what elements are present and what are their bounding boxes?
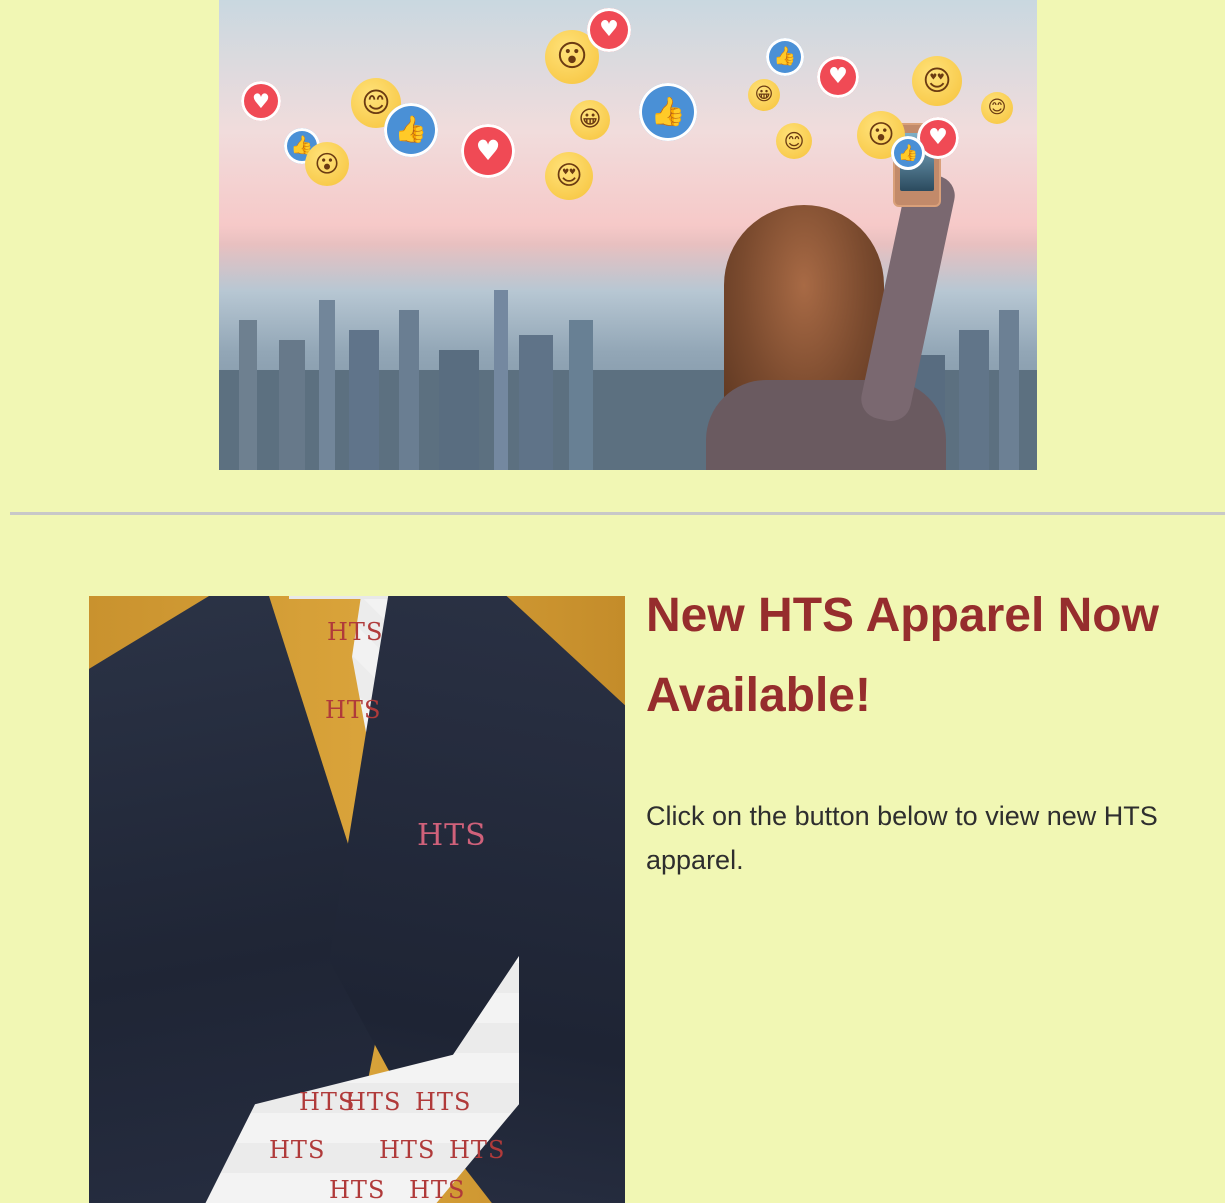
smiley-icon: 😮 (305, 142, 349, 186)
smiley-icon: 😊 (776, 123, 812, 159)
lining-logo: HTS (415, 1088, 472, 1116)
apparel-description: Click on the button below to view new HT… (646, 801, 1158, 875)
apparel-photo: HTS HTS HTS HTS HTS HTS HTS HTS HTS HTS … (89, 596, 625, 1203)
smiley-icon: 😊 (981, 92, 1013, 124)
thumbs-up-icon: 👍 (766, 38, 804, 76)
thumbs-up-icon: 👍 (384, 103, 438, 157)
apparel-headline: New HTS Apparel Now Available! (646, 589, 1159, 722)
heart-icon: ♥ (587, 8, 631, 52)
smiley-icon: 😀 (748, 79, 780, 111)
smiley-icon: 😍 (912, 56, 962, 106)
hero-image: ♥ 👍 😮 😊 👍 ♥ 😮 ♥ 😀 😍 👍 👍 😀 ♥ 😊 😍 😮 ♥ 👍 😊 (219, 0, 1037, 470)
smiley-icon: 😀 (570, 100, 610, 140)
pocket-logo: HTS (417, 818, 487, 853)
lining-logo: HTS (345, 1088, 402, 1116)
smiley-icon: 😍 (545, 152, 593, 200)
lining-logo: HTS (449, 1136, 506, 1164)
email-page: ♥ 👍 😮 😊 👍 ♥ 😮 ♥ 😀 😍 👍 👍 😀 ♥ 😊 😍 😮 ♥ 👍 😊 … (0, 0, 1225, 1203)
section-divider (10, 512, 1225, 515)
heart-icon: ♥ (241, 81, 281, 121)
lining-logo: HTS (325, 696, 382, 724)
lining-logo: HTS (409, 1176, 466, 1203)
heart-icon: ♥ (461, 124, 515, 178)
thumbs-up-icon: 👍 (639, 83, 697, 141)
lining-logo: HTS (327, 618, 384, 646)
lining-logo: HTS (329, 1176, 386, 1203)
lining-logo: HTS (379, 1136, 436, 1164)
thumbs-up-icon: 👍 (891, 136, 925, 170)
lining-logo: HTS (269, 1136, 326, 1164)
heart-icon: ♥ (817, 56, 859, 98)
